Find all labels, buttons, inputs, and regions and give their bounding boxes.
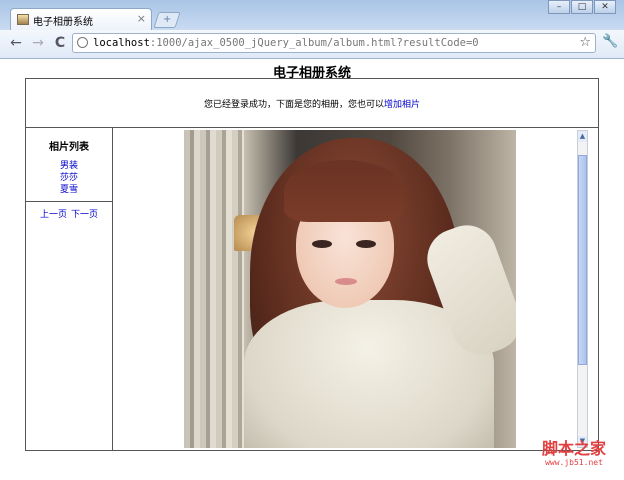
browser-chrome: 电子相册系统 × + – □ ✕ ← → C localhost:1000/aj… xyxy=(0,0,624,59)
photo-eye-left xyxy=(312,240,332,248)
scrollbar-thumb[interactable] xyxy=(578,155,587,365)
watermark-main: 脚本之家 xyxy=(541,439,606,458)
pager: 上一页 下一页 xyxy=(26,207,112,220)
minimize-button[interactable]: – xyxy=(548,0,570,14)
header-row: 您已经登录成功，下面是您的相册，您也可以增加相片 xyxy=(26,79,598,128)
watermark-logo: 脚本之家 www.jb51.net xyxy=(526,439,622,468)
photo-curtain xyxy=(184,130,244,448)
next-page-link[interactable]: 下一页 xyxy=(71,210,98,220)
url-host: localhost xyxy=(93,37,150,49)
prev-page-link[interactable]: 上一页 xyxy=(40,210,67,220)
tab-close-icon[interactable]: × xyxy=(137,12,146,25)
add-photo-link[interactable]: 增加相片 xyxy=(384,100,420,110)
album-frame: 您已经登录成功，下面是您的相册，您也可以增加相片 相片列表 男装 莎莎 夏雪 上… xyxy=(25,78,599,451)
tab-bar: 电子相册系统 × + – □ ✕ xyxy=(0,0,624,30)
photo-list-title: 相片列表 xyxy=(49,142,89,153)
photo-lips xyxy=(335,278,357,285)
address-bar[interactable]: localhost:1000/ajax_0500_jQuery_album/al… xyxy=(72,33,596,53)
album-photo xyxy=(184,130,516,448)
browser-toolbar: ← → C localhost:1000/ajax_0500_jQuery_al… xyxy=(0,30,624,58)
photo-link-2[interactable]: 莎莎 xyxy=(26,172,112,184)
vertical-scrollbar[interactable]: ▲ ▼ xyxy=(577,130,588,448)
close-window-button[interactable]: ✕ xyxy=(594,0,616,14)
photo-bangs xyxy=(284,160,404,222)
globe-icon xyxy=(77,37,88,48)
welcome-text: 您已经登录成功，下面是您的相册，您也可以 xyxy=(203,100,384,110)
back-arrow-icon[interactable]: ← xyxy=(8,35,24,51)
favicon-icon xyxy=(17,14,29,25)
photo-eye-right xyxy=(356,240,376,248)
scroll-up-icon[interactable]: ▲ xyxy=(578,131,587,142)
plus-icon: + xyxy=(162,14,172,25)
welcome-message: 您已经登录成功，下面是您的相册，您也可以增加相片 xyxy=(26,97,598,110)
photo-link-1[interactable]: 男装 xyxy=(26,160,112,172)
browser-tab[interactable]: 电子相册系统 × xyxy=(10,8,152,30)
url-path: :1000/ajax_0500_jQuery_album/album.html?… xyxy=(149,37,479,49)
tab-title: 电子相册系统 xyxy=(33,17,93,28)
forward-arrow-icon[interactable]: → xyxy=(30,35,46,51)
window-controls: – □ ✕ xyxy=(547,0,616,14)
photo-list-sidebar: 相片列表 男装 莎莎 夏雪 上一页 下一页 xyxy=(26,127,113,450)
url-text: localhost:1000/ajax_0500_jQuery_album/al… xyxy=(93,34,479,52)
page-content: 电子相册系统 您已经登录成功，下面是您的相册，您也可以增加相片 相片列表 男装 … xyxy=(0,59,624,480)
photo-link-3[interactable]: 夏雪 xyxy=(26,184,112,196)
new-tab-button[interactable]: + xyxy=(153,12,181,28)
reload-icon[interactable]: C xyxy=(52,35,68,51)
maximize-button[interactable]: □ xyxy=(571,0,593,14)
bookmark-star-icon[interactable]: ☆ xyxy=(579,34,591,52)
watermark-sub: www.jb51.net xyxy=(545,458,603,467)
photo-viewer: ▲ ▼ xyxy=(113,127,598,450)
sidebar-divider xyxy=(26,201,112,202)
photo-list: 男装 莎莎 夏雪 xyxy=(26,160,112,196)
wrench-icon[interactable]: 🔧 xyxy=(602,34,618,49)
